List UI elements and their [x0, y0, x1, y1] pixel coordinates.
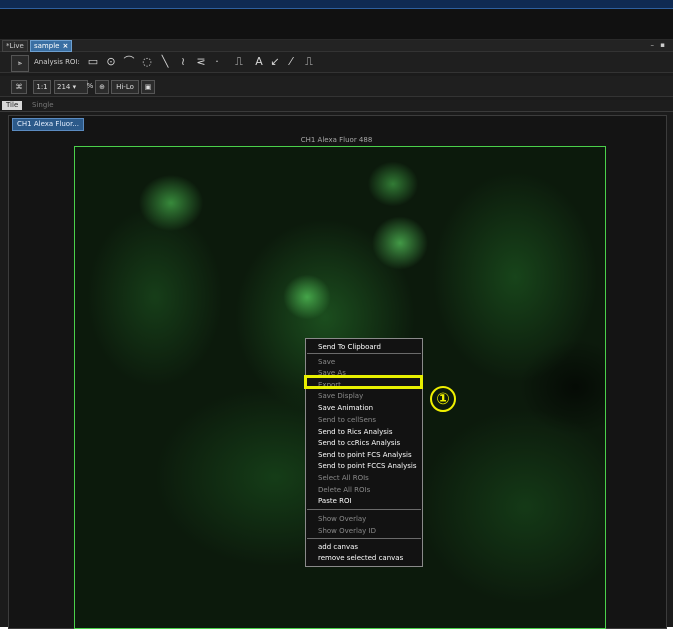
point-roi-icon[interactable]: · [210, 55, 224, 69]
view-mode-tabs [0, 100, 673, 112]
menu-item-paste-roi[interactable]: Paste ROI [318, 496, 352, 506]
title-area [0, 9, 673, 40]
tab-live[interactable]: *Live [2, 40, 28, 52]
step-callout: ① [430, 386, 456, 412]
roi-manager-icon[interactable]: ⎍ [232, 55, 246, 69]
tab-single[interactable]: Single [28, 101, 58, 110]
expand-icon: ⫸ [18, 59, 22, 67]
zoom-value: 214 [57, 83, 71, 91]
annotation-manager-icon[interactable]: ⎍ [302, 55, 316, 69]
text-annotation-icon[interactable]: A [252, 55, 266, 69]
menu-item-send-to-point-fccs[interactable]: Send to point FCCS Analysis [318, 461, 417, 471]
freehand-roi-icon[interactable]: ◌ [140, 55, 154, 69]
menu-item-send-to-point-fcs[interactable]: Send to point FCS Analysis [318, 450, 412, 460]
menu-separator [307, 353, 421, 354]
zoom-combo[interactable]: 214 ▾ [54, 80, 88, 94]
tab-sample[interactable]: sample × [30, 40, 73, 52]
context-menu: Send To Clipboard Save Save As Export Sa… [305, 338, 423, 567]
window-controls[interactable]: – ▪ [651, 41, 667, 49]
menu-item-save-display[interactable]: Save Display [318, 391, 363, 401]
zoom-icon[interactable]: ⊕ [95, 80, 109, 94]
tab-sample-label: sample [34, 42, 60, 50]
menu-separator [307, 509, 421, 510]
menu-item-save[interactable]: Save [318, 357, 335, 367]
menu-item-save-animation[interactable]: Save Animation [318, 403, 373, 413]
zoom-unit: % [86, 82, 94, 90]
menu-item-show-overlay-id[interactable]: Show Overlay ID [318, 526, 376, 536]
menu-separator [307, 538, 421, 539]
menu-item-remove-selected-canvas[interactable]: remove selected canvas [318, 553, 403, 563]
lut-hi-lo-button[interactable]: Hi-Lo [111, 80, 139, 94]
toolbar-toggle-button[interactable]: ⫸ [11, 55, 29, 72]
fit-to-window-button[interactable]: ⌘ [11, 80, 27, 94]
polygon-roi-icon[interactable]: ⌒ [122, 55, 136, 69]
monitor-icon[interactable]: ▣ [141, 80, 155, 94]
menu-item-select-all-rois[interactable]: Select All ROIs [318, 473, 369, 483]
menu-item-send-to-rics[interactable]: Send to Rics Analysis [318, 427, 392, 437]
rectangle-roi-icon[interactable]: ▭ [86, 55, 100, 69]
export-highlight-box [304, 375, 423, 389]
fit-icon: ⌘ [15, 83, 23, 91]
arrow-annotation-icon[interactable]: ↙ [268, 55, 282, 69]
ellipse-roi-icon[interactable]: ⊙ [104, 55, 118, 69]
menu-item-send-to-clipboard[interactable]: Send To Clipboard [318, 342, 381, 352]
document-tab-strip [0, 40, 673, 52]
menu-item-delete-all-rois[interactable]: Delete All ROIs [318, 485, 370, 495]
menu-item-show-overlay[interactable]: Show Overlay [318, 514, 366, 524]
channel-button[interactable]: CH1 Alexa Fluor... [12, 118, 85, 131]
close-icon[interactable]: × [62, 42, 68, 50]
tab-tile[interactable]: Tile [2, 101, 23, 110]
menu-item-send-to-ccrics[interactable]: Send to ccRics Analysis [318, 438, 400, 448]
window-top-bar [0, 0, 673, 9]
pen-annotation-icon[interactable]: ⁄ [284, 55, 298, 69]
tab-live-label: *Live [6, 42, 24, 50]
line-roi-icon[interactable]: ╲ [158, 55, 172, 69]
one-to-one-button[interactable]: 1:1 [33, 80, 51, 94]
analysis-roi-label: Analysis ROI: [34, 58, 80, 66]
menu-item-add-canvas[interactable]: add canvas [318, 542, 358, 552]
image-title: CH1 Alexa Fluor 488 [300, 136, 373, 144]
menu-item-send-to-cellsens[interactable]: Send to cellSens [318, 415, 376, 425]
analysis-toolbar [0, 52, 673, 73]
curve-roi-icon[interactable]: ≀ [176, 55, 190, 69]
polyline-roi-icon[interactable]: ⋜ [194, 55, 208, 69]
